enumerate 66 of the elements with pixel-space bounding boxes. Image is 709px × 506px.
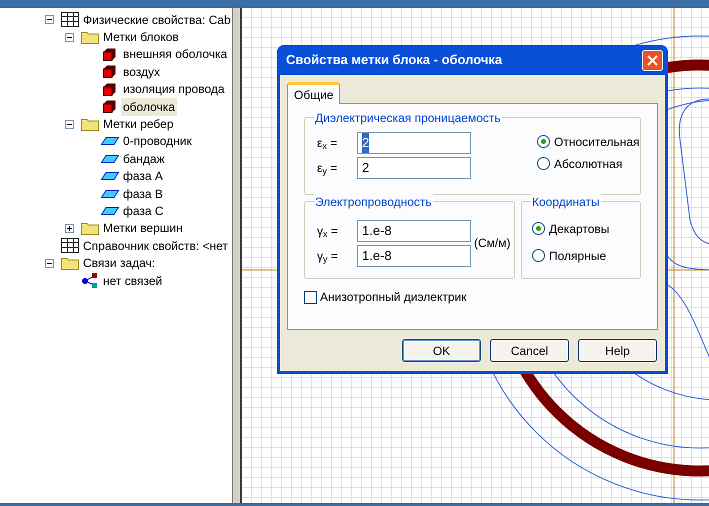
folder-icon bbox=[60, 256, 78, 270]
radio-label: Относительная bbox=[554, 134, 640, 150]
radio-button[interactable] bbox=[537, 157, 550, 170]
group-title: Электропроводность bbox=[314, 193, 433, 211]
field-label: γ$_{y}$ = bbox=[317, 248, 339, 264]
table-icon bbox=[60, 238, 78, 254]
tree-item[interactable]: нет связей bbox=[101, 272, 164, 290]
input-field[interactable]: 2 bbox=[357, 132, 471, 154]
collapse-icon[interactable] bbox=[45, 15, 54, 24]
tree-item[interactable]: оболочка bbox=[121, 98, 177, 116]
tree-item[interactable]: Метки блоков bbox=[101, 28, 181, 46]
close-icon bbox=[647, 54, 658, 66]
close-button[interactable] bbox=[642, 50, 663, 70]
input-field[interactable]: 2 bbox=[357, 157, 471, 179]
unit-label: (См/м) bbox=[474, 235, 510, 252]
tree-item[interactable]: Метки вершин bbox=[101, 219, 185, 238]
parallelogram-icon bbox=[100, 154, 118, 163]
tree-item[interactable]: воздух bbox=[121, 62, 162, 81]
dialog-title: Свойства метки блока - оболочка bbox=[286, 51, 502, 70]
cube-icon bbox=[103, 82, 116, 96]
collapse-icon[interactable] bbox=[65, 120, 74, 129]
splitter[interactable] bbox=[232, 8, 242, 503]
tree-item[interactable]: 0-проводник bbox=[121, 132, 194, 150]
input-field[interactable]: 1.e-8 bbox=[357, 244, 471, 266]
radio-label: Декартовы bbox=[549, 220, 610, 238]
checkbox[interactable] bbox=[304, 290, 317, 304]
folder-icon bbox=[80, 221, 98, 236]
parallelogram-icon bbox=[100, 190, 118, 198]
input-field[interactable]: 1.e-8 bbox=[357, 220, 471, 242]
folder-icon bbox=[80, 30, 98, 44]
tree-item[interactable]: фаза B bbox=[121, 184, 165, 203]
parallelogram-icon bbox=[100, 206, 118, 215]
tree-item[interactable]: фаза C bbox=[121, 202, 166, 220]
parallelogram-icon bbox=[100, 172, 118, 180]
tree-item[interactable]: бандаж bbox=[121, 150, 167, 168]
tree-item[interactable]: внешняя оболочка bbox=[121, 45, 230, 64]
field-label: γ$_{x}$ = bbox=[317, 222, 339, 240]
dialog-button[interactable]: OK bbox=[402, 339, 481, 362]
dialog-button[interactable]: Cancel bbox=[490, 339, 569, 362]
cube-icon bbox=[103, 65, 116, 78]
parallelogram-icon bbox=[100, 137, 118, 146]
tree-item[interactable]: изоляция провода bbox=[121, 80, 227, 98]
radio-label: Абсолютная bbox=[554, 156, 622, 172]
cube-icon bbox=[103, 48, 116, 61]
group-title: Координаты bbox=[531, 193, 601, 211]
radio-button[interactable] bbox=[537, 135, 550, 148]
radio-button[interactable] bbox=[532, 249, 545, 262]
cube-icon bbox=[103, 100, 116, 114]
table-icon bbox=[60, 12, 78, 28]
dialog-button[interactable]: Help bbox=[578, 339, 657, 362]
tree-item[interactable]: фаза A bbox=[121, 167, 165, 186]
tree-item[interactable]: Метки ребер bbox=[101, 115, 176, 134]
tree-item[interactable]: Справочник свойств: <нет bbox=[81, 236, 230, 255]
expand-icon[interactable] bbox=[65, 224, 74, 233]
checkbox-label: Анизотропный диэлектрик bbox=[320, 289, 466, 306]
field-label: ε$_{y}$ = bbox=[317, 160, 338, 177]
link-icon bbox=[80, 273, 98, 288]
folder-icon bbox=[80, 117, 98, 132]
tab[interactable]: Общие bbox=[287, 82, 340, 104]
radio-button[interactable] bbox=[532, 222, 545, 235]
tree-item[interactable]: Физические свойства: Cab bbox=[81, 10, 232, 29]
field-label: ε$_{x}$ = bbox=[317, 135, 338, 152]
collapse-icon[interactable] bbox=[45, 258, 54, 268]
radio-label: Полярные bbox=[549, 248, 606, 264]
tree-item[interactable]: Связи задач: bbox=[81, 254, 158, 272]
collapse-icon[interactable] bbox=[65, 32, 74, 42]
